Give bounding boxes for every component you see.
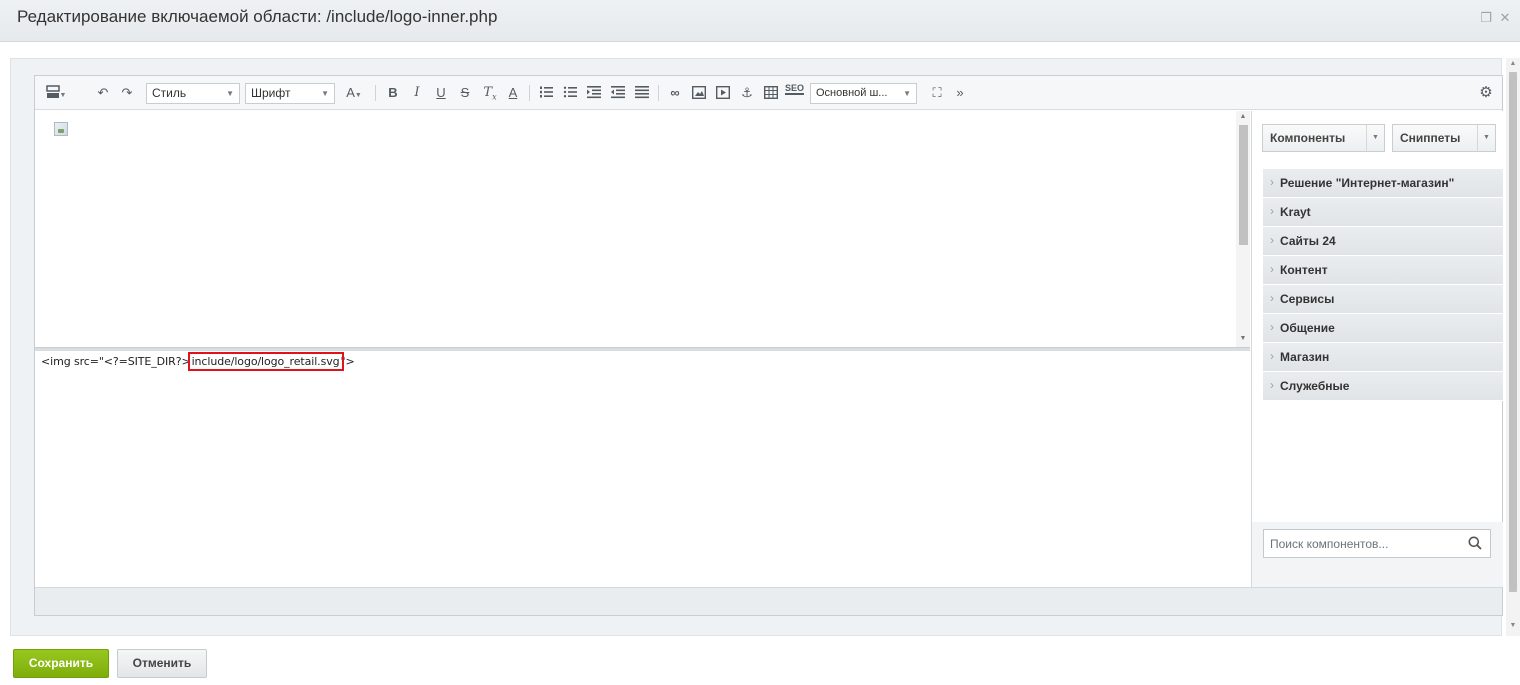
cancel-button[interactable]: Отменить xyxy=(117,649,207,678)
more-button[interactable]: » xyxy=(952,84,968,102)
code-line: <img src="<?=SITE_DIR?>include/logo/logo… xyxy=(41,352,355,371)
save-button[interactable]: Сохранить xyxy=(13,649,109,678)
clear-format-button[interactable]: Tx xyxy=(481,84,499,102)
redo-icon[interactable]: ↷ xyxy=(119,84,135,102)
video-icon[interactable] xyxy=(714,84,732,102)
category-item[interactable]: Служебные xyxy=(1263,371,1503,401)
window-titlebar: Редактирование включаемой области: /incl… xyxy=(0,0,1520,42)
seo-button[interactable]: SEO xyxy=(785,83,805,95)
dialog-scrollbar[interactable]: ▲ ▼ xyxy=(1506,58,1520,636)
chevron-down-icon: ▼ xyxy=(226,89,234,98)
components-panel: Компоненты▼ Сниппеты▼ Решение "Интернет-… xyxy=(1251,111,1503,587)
code-editor-area[interactable]: <img src="<?=SITE_DIR?>include/logo/logo… xyxy=(35,351,1250,587)
font-size-button[interactable]: A▼ xyxy=(340,84,368,102)
undo-icon[interactable]: ↶ xyxy=(95,84,111,102)
snippets-button[interactable]: Сниппеты ▼ xyxy=(1392,124,1496,152)
view-mode-icon xyxy=(45,85,60,98)
chevron-down-icon: ▼ xyxy=(903,89,911,98)
components-panel-header: Компоненты ▼ Сниппеты ▼ xyxy=(1252,111,1503,169)
visual-scrollbar[interactable]: ▲ ▼ xyxy=(1236,111,1250,347)
image-icon[interactable] xyxy=(690,84,708,102)
chevron-down-icon: ▼ xyxy=(321,89,329,98)
visual-editor-area[interactable] xyxy=(35,111,1236,347)
italic-button[interactable]: I xyxy=(409,84,425,102)
category-item[interactable]: Сайты 24 xyxy=(1263,226,1503,256)
align-icon[interactable] xyxy=(633,84,651,102)
toolbar-separator xyxy=(529,85,530,101)
scrollbar-thumb[interactable] xyxy=(1509,72,1517,592)
scrollbar-thumb[interactable] xyxy=(1239,125,1248,245)
outdent-icon[interactable] xyxy=(609,84,627,102)
table-icon[interactable] xyxy=(762,84,780,102)
restore-icon[interactable]: ❐ xyxy=(1478,10,1494,26)
toolbar-separator xyxy=(658,85,659,101)
fullscreen-icon[interactable]: ⛶ xyxy=(928,84,946,102)
component-search-input[interactable] xyxy=(1264,530,1454,557)
html-editor: ▼ ↶ ↷ Стиль ▼ Шрифт ▼ A▼ B I U S Tx A ∞ … xyxy=(34,75,1503,616)
broken-image-icon[interactable] xyxy=(54,122,68,136)
scroll-down-icon[interactable]: ▼ xyxy=(1508,622,1518,629)
font-select[interactable]: Шрифт ▼ xyxy=(245,83,335,104)
scroll-up-icon[interactable]: ▲ xyxy=(1508,60,1518,67)
editor-toolbar: ▼ ↶ ↷ Стиль ▼ Шрифт ▼ A▼ B I U S Tx A ∞ … xyxy=(35,76,1502,110)
category-item[interactable]: Сервисы xyxy=(1263,284,1503,314)
highlighted-path: include/logo/logo_retail.svg xyxy=(187,352,344,371)
close-icon[interactable]: ✕ xyxy=(1497,10,1513,26)
dialog-content: ▼ ↶ ↷ Стиль ▼ Шрифт ▼ A▼ B I U S Tx A ∞ … xyxy=(10,58,1503,636)
component-categories: Решение "Интернет-магазин" Krayt Сайты 2… xyxy=(1263,168,1503,401)
chevron-down-icon: ▼ xyxy=(1366,125,1384,151)
window-title: Редактирование включаемой области: /incl… xyxy=(17,7,498,26)
chevron-down-icon: ▼ xyxy=(1477,125,1495,151)
bold-button[interactable]: B xyxy=(385,84,401,102)
category-item[interactable]: Общение xyxy=(1263,313,1503,343)
scroll-up-icon[interactable]: ▲ xyxy=(1238,113,1248,120)
toolbar-separator xyxy=(375,85,376,101)
anchor-icon[interactable]: ⚓ xyxy=(738,84,756,102)
component-search-area xyxy=(1252,522,1503,587)
search-icon[interactable] xyxy=(1468,536,1482,550)
editor-statusbar xyxy=(35,587,1502,615)
font-size-icon: A xyxy=(346,85,355,100)
components-button[interactable]: Компоненты ▼ xyxy=(1262,124,1385,152)
indent-icon[interactable] xyxy=(585,84,603,102)
text-color-button[interactable]: A xyxy=(505,84,521,102)
category-item[interactable]: Магазин xyxy=(1263,342,1503,372)
template-select[interactable]: Основной ш... ▼ xyxy=(810,83,917,104)
underline-button[interactable]: U xyxy=(433,84,449,102)
category-item[interactable]: Krayt xyxy=(1263,197,1503,227)
strikethrough-button[interactable]: S xyxy=(457,84,473,102)
view-mode-button[interactable]: ▼ xyxy=(45,84,67,102)
scroll-down-icon[interactable]: ▼ xyxy=(1238,335,1248,342)
component-search-box xyxy=(1263,529,1491,558)
link-icon[interactable]: ∞ xyxy=(666,84,684,102)
gear-icon[interactable]: ⚙ xyxy=(1477,84,1495,102)
category-item[interactable]: Решение "Интернет-магазин" xyxy=(1263,168,1503,198)
style-select[interactable]: Стиль ▼ xyxy=(146,83,240,104)
category-item[interactable]: Контент xyxy=(1263,255,1503,285)
ordered-list-icon[interactable] xyxy=(537,84,555,102)
bulleted-list-icon[interactable] xyxy=(561,84,579,102)
